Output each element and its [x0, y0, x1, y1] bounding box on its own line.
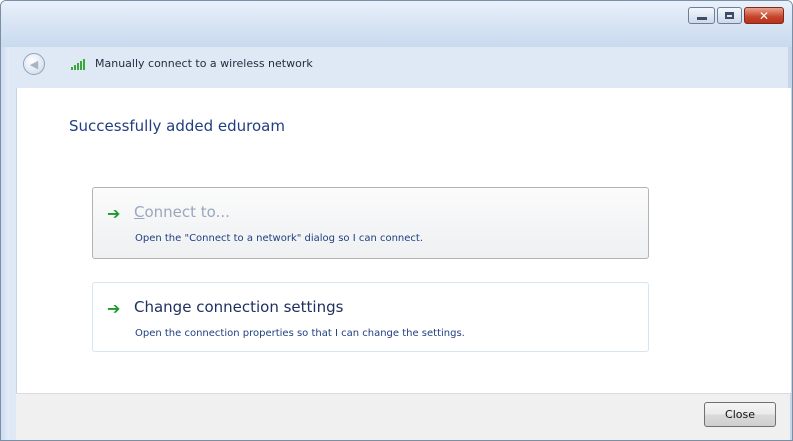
back-arrow-icon: ◀: [29, 57, 39, 71]
connect-to-option[interactable]: ➔ Connect to... Open the "Connect to a n…: [92, 187, 649, 259]
option-description: Open the "Connect to a network" dialog s…: [135, 233, 424, 244]
minimize-button[interactable]: [688, 7, 715, 24]
page-heading: Successfully added eduroam: [69, 117, 285, 135]
minimize-icon: [696, 16, 707, 20]
close-icon: ✕: [758, 8, 770, 23]
green-arrow-icon: ➔: [107, 204, 121, 223]
back-button[interactable]: ◀: [23, 53, 45, 75]
dialog-window: ✕ ◀ Manually connect to a wireless netwo…: [0, 0, 793, 441]
option-description: Open the connection properties so that I…: [135, 328, 465, 339]
window-frame-left: [1, 47, 9, 440]
maximize-button[interactable]: [717, 7, 742, 24]
option-title: Connect to...: [134, 203, 230, 221]
wireless-signal-icon: [71, 59, 85, 70]
change-connection-settings-option[interactable]: ➔ Change connection settings Open the co…: [92, 282, 649, 352]
dialog-content: Successfully added eduroam ➔ Connect to.…: [16, 88, 791, 393]
window-controls: ✕: [688, 7, 784, 24]
close-window-button[interactable]: ✕: [744, 7, 784, 24]
maximize-icon: [725, 12, 734, 19]
option-title: Change connection settings: [134, 298, 344, 316]
title-bar: [1, 1, 792, 47]
green-arrow-icon: ➔: [107, 299, 121, 318]
dialog-footer: Close: [16, 393, 790, 440]
close-button[interactable]: Close: [704, 402, 776, 427]
window-title: Manually connect to a wireless network: [95, 57, 313, 70]
